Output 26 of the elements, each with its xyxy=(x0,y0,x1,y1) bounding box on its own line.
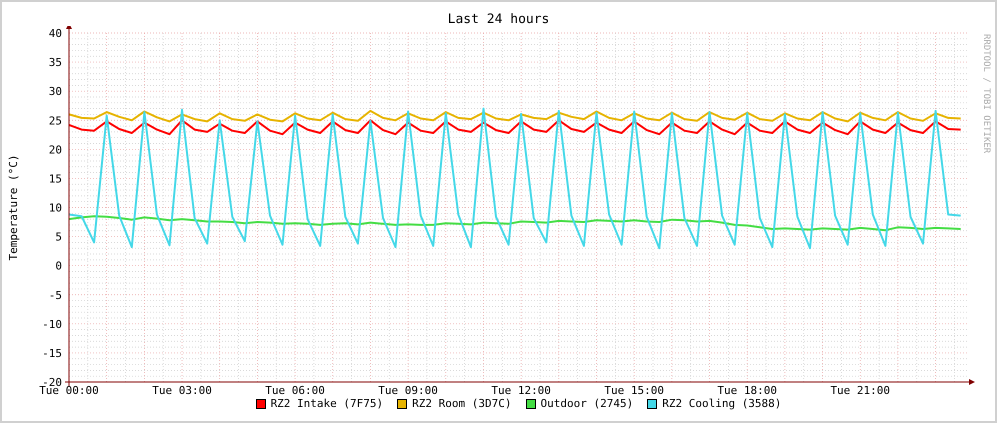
y-tick-label: 5 xyxy=(55,230,62,244)
legend-label: RZ2 Intake (7F75) xyxy=(270,398,384,409)
y-tick-label: -15 xyxy=(42,346,62,360)
x-tick-label: Tue 03:00 xyxy=(152,384,212,397)
y-tick-label: 20 xyxy=(48,143,62,156)
y-tick-label: 10 xyxy=(48,202,62,214)
x-tick-label: Tue 12:00 xyxy=(491,384,551,397)
y-tick-label: 30 xyxy=(48,85,62,98)
credit-text: RRDTOOL / TOBI OETIKER xyxy=(981,34,991,154)
y-axis-label: Temperature (°C) xyxy=(7,154,20,260)
y-tick-label: 15 xyxy=(48,172,62,186)
y-tick-label: -5 xyxy=(48,288,62,302)
y-tick-label: -10 xyxy=(42,318,62,331)
x-tick-label: Tue 21:00 xyxy=(830,384,890,397)
legend-label: RZ2 Room (3D7C) xyxy=(412,398,512,409)
legend-label: Outdoor (2745) xyxy=(540,398,634,409)
y-tick-label: 0 xyxy=(55,260,62,273)
x-tick-label: Tue 09:00 xyxy=(378,384,438,397)
x-tick-label: Tue 18:00 xyxy=(717,384,778,397)
x-tick-label: Tue 06:00 xyxy=(265,384,325,397)
chart-title: Last 24 hours xyxy=(448,13,550,26)
y-tick-label: 25 xyxy=(48,114,62,128)
legend-label: RZ2 Cooling (3588) xyxy=(662,398,782,409)
y-tick-label: 35 xyxy=(48,56,62,70)
y-tick-label: 40 xyxy=(48,27,62,40)
x-tick-label: Tue 15:00 xyxy=(604,384,664,397)
